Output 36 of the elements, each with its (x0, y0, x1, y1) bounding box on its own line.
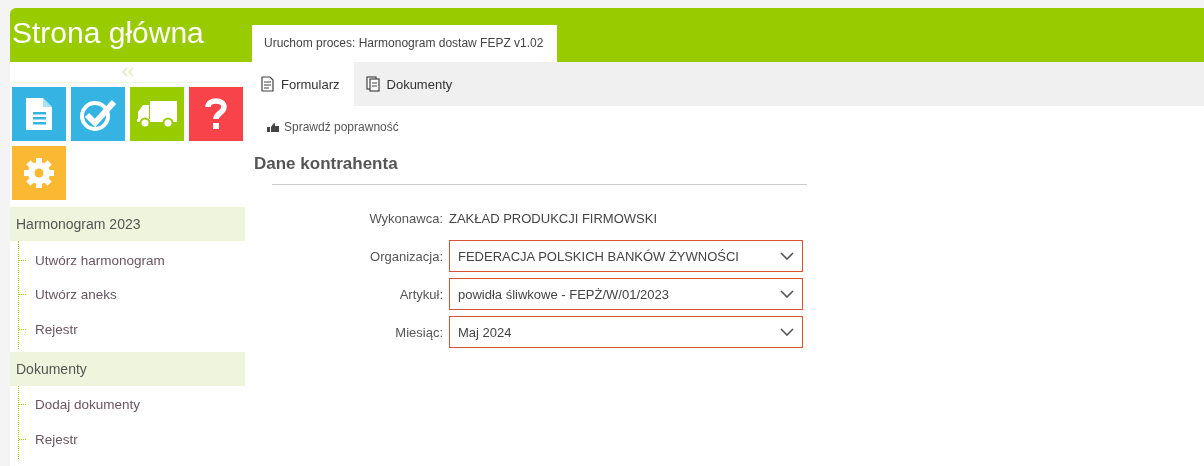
field-label: Artykuł: (398, 286, 444, 302)
settings-icon (23, 157, 55, 189)
form-icon (260, 76, 274, 92)
dropdown-field[interactable]: FEDERACJA POLSKICH BANKÓW ŻYWNOŚCI (449, 240, 803, 272)
section-title: Dane kontrahenta (254, 154, 399, 174)
gear-tile[interactable] (12, 146, 66, 200)
chevron-down-icon (780, 290, 794, 298)
collapse-icon[interactable] (120, 67, 135, 77)
chevron-down-icon (780, 252, 794, 260)
menu-group-header[interactable]: Harmonogram 2023 (10, 207, 245, 241)
process-tab[interactable]: Uruchom proces: Harmonogram dostaw FEPZ v1.02 (252, 25, 558, 62)
menu-link[interactable]: Rejestr (35, 431, 78, 447)
document-tile[interactable] (12, 87, 66, 141)
dropdown-field[interactable]: Maj 2024 (449, 316, 803, 348)
document-icon (24, 96, 54, 132)
thumbs-up-icon (266, 121, 280, 133)
checkmark-tile[interactable] (71, 87, 125, 141)
menu-link[interactable]: Dodaj dokumenty (35, 397, 141, 413)
menu-link[interactable]: Rejestr (35, 321, 78, 337)
field-label: Miesiąc: (394, 324, 444, 340)
tab[interactable]: Formularz (248, 62, 354, 106)
menu-link[interactable]: Utwórz harmonogram (35, 252, 165, 268)
tab[interactable]: Dokumenty (353, 62, 467, 106)
validate-button[interactable]: Sprawdź poprawność (266, 120, 399, 134)
help-icon (204, 97, 228, 131)
menu-link[interactable]: Utwórz aneks (35, 287, 117, 303)
field-label: Wykonawca: (368, 210, 444, 226)
menu-group-header[interactable]: Dokumenty (10, 351, 245, 386)
dropdown-field[interactable]: powidła śliwkowe - FEPŻ/W/01/2023 (449, 278, 803, 310)
truck-tile[interactable] (130, 87, 184, 141)
field-label: Organizacja: (369, 248, 444, 264)
question-tile[interactable] (189, 87, 243, 141)
truck-icon (136, 98, 178, 130)
documents-icon (365, 76, 380, 92)
field-value: ZAKŁAD PRODUKCJI FIRMOWSKI (449, 210, 658, 226)
chevron-down-icon (780, 328, 794, 336)
